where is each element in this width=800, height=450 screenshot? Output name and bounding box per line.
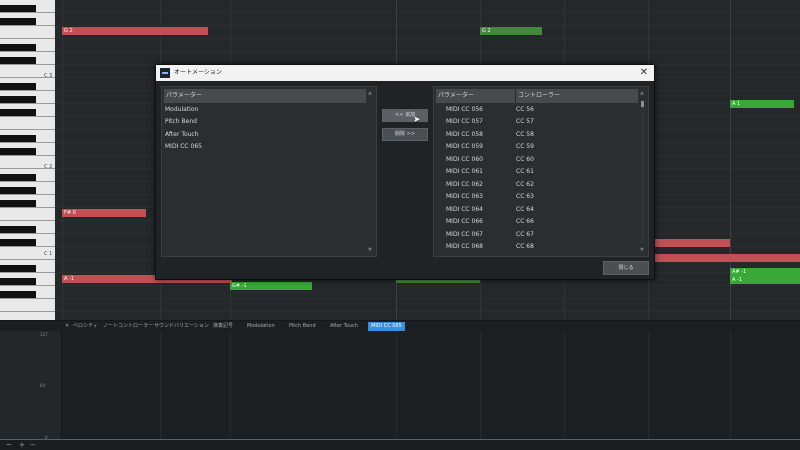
app-logo-icon bbox=[160, 68, 170, 78]
list-item-controller[interactable]: CC 59 bbox=[516, 141, 534, 153]
list-header-parameter[interactable]: パラメーター bbox=[436, 89, 515, 103]
tab-pitch-bend[interactable]: Pitch Bend bbox=[286, 322, 319, 331]
tab-note-controller[interactable]: ノートコントローラー bbox=[100, 322, 156, 331]
note-block[interactable]: G 2 bbox=[480, 27, 542, 35]
note-block[interactable]: A -1 bbox=[730, 276, 800, 284]
list-header-controller[interactable]: コントローラー bbox=[516, 89, 638, 103]
close-button[interactable]: 閉じる bbox=[603, 261, 649, 275]
list-item-controller[interactable]: CC 58 bbox=[516, 129, 534, 141]
list-item[interactable]: Pitch Bend bbox=[165, 116, 197, 128]
close-icon[interactable]: ✕ bbox=[640, 66, 648, 79]
list-item-param[interactable]: MIDI CC 058 bbox=[446, 129, 483, 141]
note-block[interactable] bbox=[654, 239, 730, 247]
tab-sound-variation[interactable]: サウンドバリエーション bbox=[151, 322, 212, 331]
key-label-c1: C 1 bbox=[44, 251, 53, 257]
automation-lane[interactable] bbox=[62, 331, 800, 439]
list-header-parameter[interactable]: パラメーター bbox=[164, 89, 366, 103]
scrollbar-track[interactable] bbox=[641, 99, 644, 243]
note-block[interactable]: G 2 bbox=[62, 27, 208, 35]
list-item-controller[interactable]: CC 63 bbox=[516, 191, 534, 203]
list-item-param[interactable]: MIDI CC 056 bbox=[446, 104, 483, 116]
list-item-param[interactable]: MIDI CC 062 bbox=[446, 179, 483, 191]
note-block[interactable]: A 1 bbox=[730, 100, 794, 108]
list-item-controller[interactable]: CC 66 bbox=[516, 216, 534, 228]
piano-keyboard[interactable]: C 3 C 2 C 1 bbox=[0, 0, 55, 323]
mouse-pointer-icon: ➤ bbox=[413, 115, 421, 125]
list-item-param[interactable]: MIDI CC 064 bbox=[446, 204, 483, 216]
tab-velocity[interactable]: ベロシティ bbox=[70, 322, 101, 331]
zoom-in-icon[interactable]: + bbox=[19, 441, 25, 449]
list-item-controller[interactable]: CC 62 bbox=[516, 179, 534, 191]
scroll-up-icon[interactable]: ▲ bbox=[640, 90, 644, 96]
list-item[interactable]: After Touch bbox=[165, 129, 199, 141]
list-item-param[interactable]: MIDI CC 063 bbox=[446, 191, 483, 203]
list-item-controller[interactable]: CC 64 bbox=[516, 204, 534, 216]
note-block[interactable]: G# -1 bbox=[230, 282, 312, 290]
scroll-down-icon[interactable]: ▼ bbox=[640, 247, 644, 253]
key-label-c3: C 3 bbox=[44, 73, 53, 79]
list-item[interactable]: MIDI CC 065 bbox=[165, 141, 202, 153]
automation-tab-bar: ✕ ベロシティ ノートコントローラー サウンドバリエーション 演奏記号 Modu… bbox=[0, 320, 800, 331]
list-item-param[interactable]: MIDI CC 066 bbox=[446, 216, 483, 228]
tab-after-touch[interactable]: After Touch bbox=[327, 322, 361, 331]
scroll-up-icon[interactable]: ▲ bbox=[368, 90, 372, 96]
list-item-param[interactable]: MIDI CC 067 bbox=[446, 229, 483, 241]
note-block[interactable]: A# -1 bbox=[730, 268, 800, 276]
list-item-controller[interactable]: CC 67 bbox=[516, 229, 534, 241]
available-parameters-list[interactable]: パラメーター コントローラー MIDI CC 056 CC 56 MIDI CC… bbox=[433, 86, 649, 257]
tab-midi-cc-065[interactable]: MIDI CC 065 bbox=[368, 322, 405, 331]
list-item-controller[interactable]: CC 68 bbox=[516, 241, 534, 253]
list-item-param[interactable]: MIDI CC 060 bbox=[446, 154, 483, 166]
list-item-param[interactable]: MIDI CC 061 bbox=[446, 166, 483, 178]
list-item-param[interactable]: MIDI CC 068 bbox=[446, 241, 483, 253]
lane-axis-top: 127 bbox=[40, 332, 48, 337]
key-label-c2: C 2 bbox=[44, 164, 53, 170]
dialog-titlebar[interactable]: オートメーション ✕ bbox=[156, 65, 654, 81]
remove-button[interactable]: 削除 >> bbox=[382, 128, 428, 141]
lane-header: 127 64 0 bbox=[0, 331, 62, 450]
zoom-out-icon[interactable]: − bbox=[30, 441, 36, 449]
note-block[interactable]: F# 0 bbox=[62, 209, 146, 217]
scroll-down-icon[interactable]: ▼ bbox=[368, 247, 372, 253]
tab-articulation[interactable]: 演奏記号 bbox=[210, 322, 236, 331]
list-item-param[interactable]: MIDI CC 059 bbox=[446, 141, 483, 153]
list-item[interactable]: Modulation bbox=[165, 104, 198, 116]
scrollbar-thumb[interactable] bbox=[641, 101, 644, 107]
curve-tool-icon[interactable]: ~ bbox=[6, 441, 12, 449]
list-item-controller[interactable]: CC 60 bbox=[516, 154, 534, 166]
note-block[interactable] bbox=[396, 280, 480, 283]
list-item-controller[interactable]: CC 61 bbox=[516, 166, 534, 178]
dialog-title: オートメーション bbox=[174, 69, 222, 76]
automation-dialog: オートメーション ✕ パラメーター Modulation Pitch Bend … bbox=[155, 64, 655, 280]
list-item-controller[interactable]: CC 56 bbox=[516, 104, 534, 116]
note-block[interactable] bbox=[654, 254, 800, 262]
lane-axis-mid: 64 bbox=[40, 383, 46, 388]
lane-toolbar: ~ + − bbox=[0, 439, 800, 450]
list-item-controller[interactable]: CC 57 bbox=[516, 116, 534, 128]
active-parameters-list[interactable]: パラメーター Modulation Pitch Bend After Touch… bbox=[161, 86, 377, 257]
list-item-param[interactable]: MIDI CC 057 bbox=[446, 116, 483, 128]
tab-modulation[interactable]: Modulation bbox=[244, 322, 278, 331]
add-button[interactable]: << 追加 bbox=[382, 109, 428, 122]
